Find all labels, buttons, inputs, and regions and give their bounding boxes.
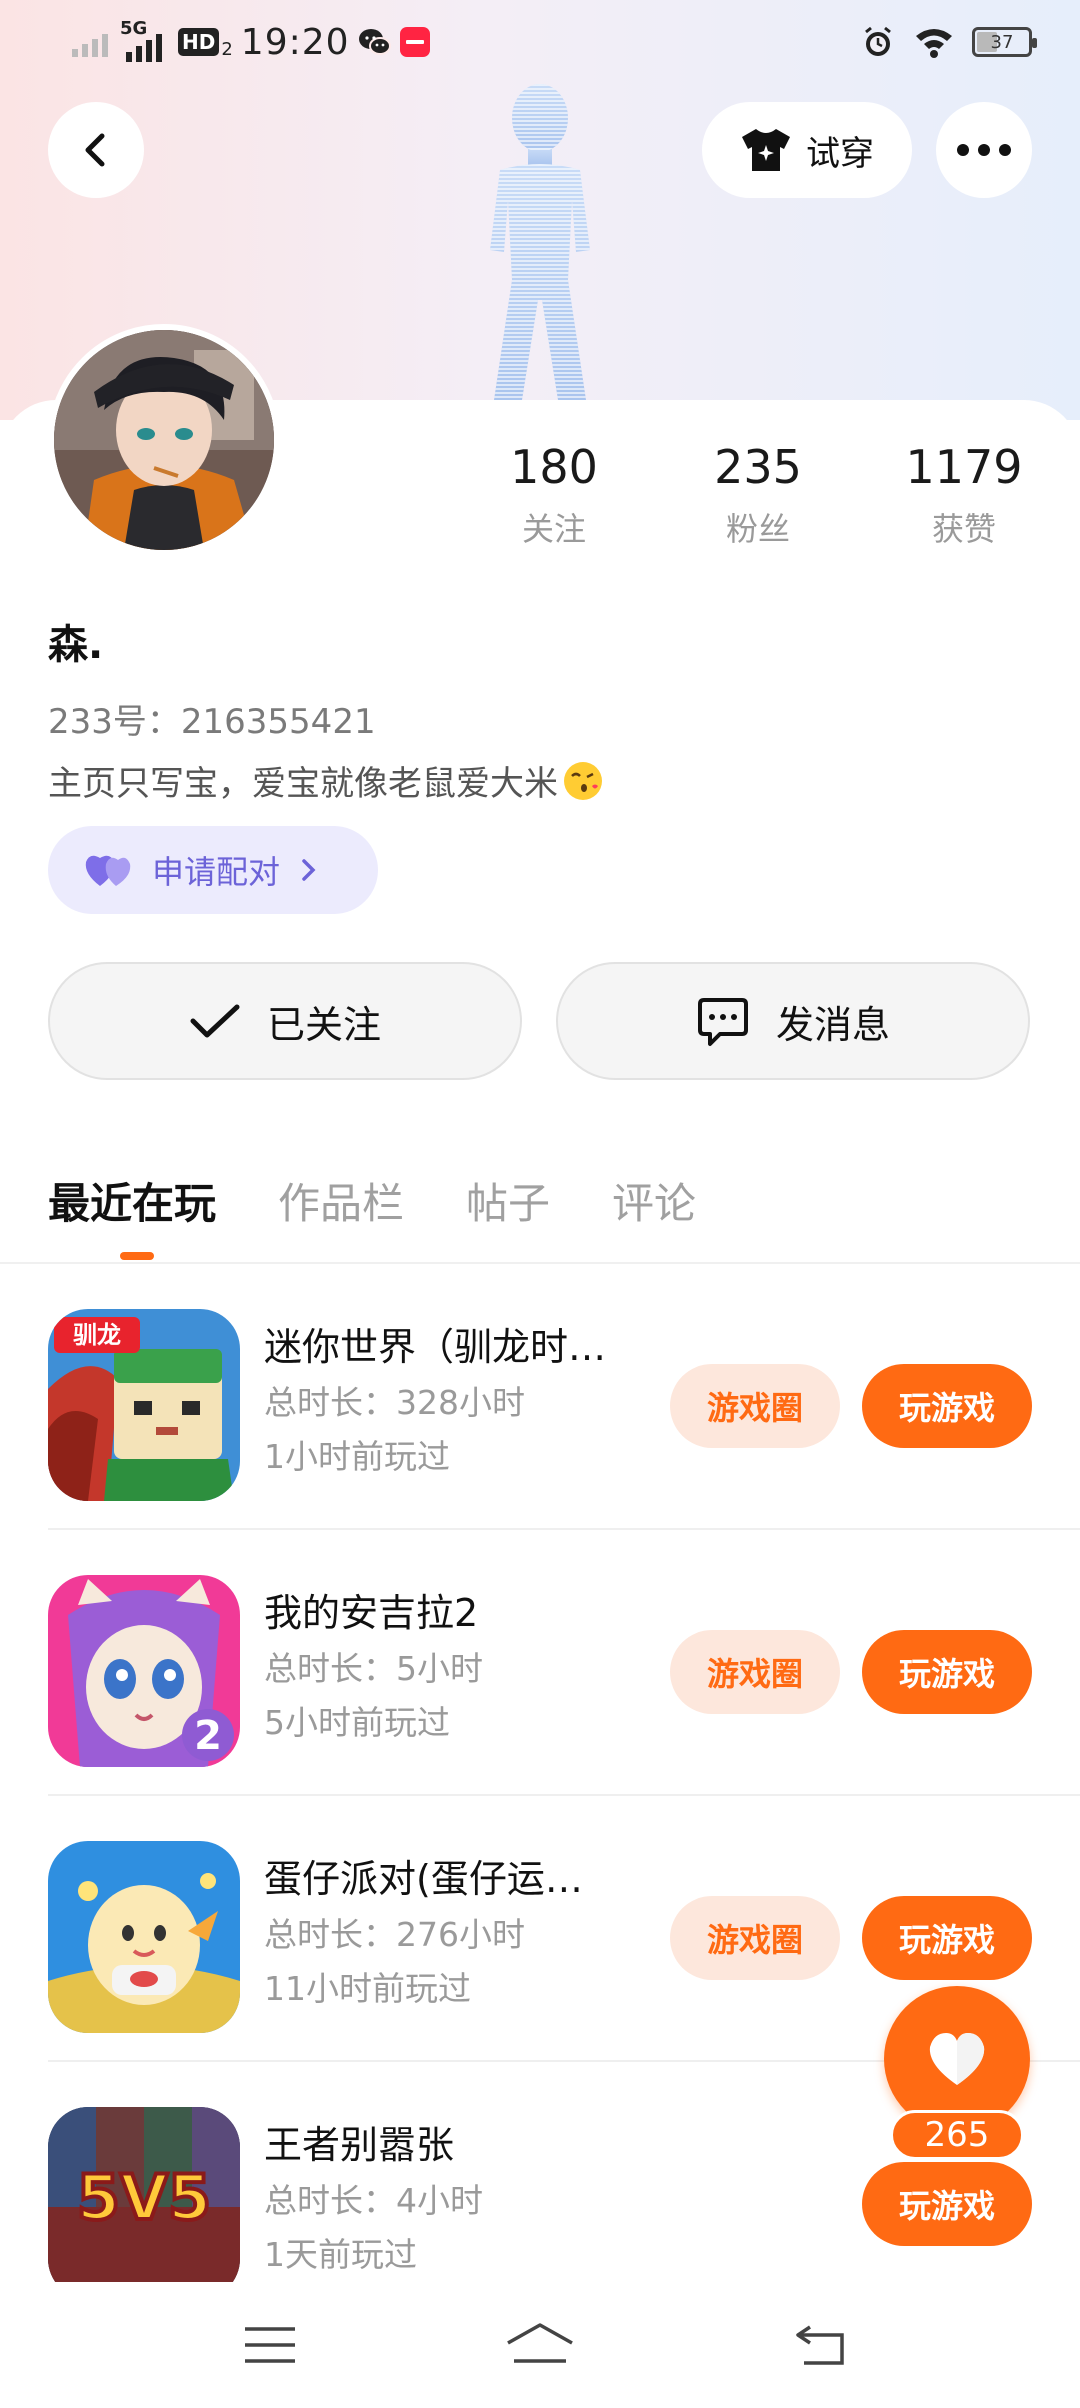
game-icon-king-game: 5V5 (48, 2107, 240, 2299)
bio-text: 主页只写宝，爱宝就像老鼠爱大米 (48, 764, 558, 804)
game-row[interactable]: 驯龙 迷你世界（驯龙时… 总时长：328小时 1小时前玩过 游戏圈 玩游戏 (0, 1264, 1080, 1530)
game-name: 王者别嚣张 (264, 2123, 455, 2167)
back-nav-button[interactable] (782, 2310, 862, 2380)
play-game-button[interactable]: 玩游戏 (862, 1630, 1032, 1714)
likes-stat[interactable]: 1179 获赞 (874, 440, 1054, 550)
game-last-played: 1天前玩过 (264, 2235, 417, 2274)
fans-stat[interactable]: 235 粉丝 (668, 440, 848, 550)
hd-icon: HD (178, 28, 220, 56)
chat-bubble-icon (697, 998, 748, 1046)
game-circle-button[interactable]: 游戏圈 (670, 1364, 840, 1448)
game-duration: 总时长：328小时 (264, 1383, 525, 1422)
tshirt-icon (742, 129, 790, 171)
game-row[interactable]: 2 我的安吉拉2 总时长：5小时 5小时前玩过 游戏圈 玩游戏 (0, 1530, 1080, 1796)
tab-posts[interactable]: 帖子 (466, 1170, 550, 1231)
play-game-button[interactable]: 玩游戏 (862, 1364, 1032, 1448)
tab-comments[interactable]: 评论 (612, 1170, 696, 1231)
signal-5g-icon: 5G (120, 18, 170, 62)
following-count: 180 (510, 440, 598, 494)
alarm-icon (865, 26, 891, 56)
game-name: 迷你世界（驯龙时… (264, 1325, 607, 1369)
tab-recently-played[interactable]: 最近在玩 (48, 1170, 216, 1231)
menu-icon (245, 2327, 295, 2363)
kiss-emoji-icon (564, 761, 602, 800)
likes-count: 1179 (905, 440, 1023, 494)
game-icon-mini-world: 驯龙 (48, 1309, 240, 1501)
tab-works[interactable]: 作品栏 (278, 1170, 404, 1231)
likes-label: 获赞 (931, 510, 996, 548)
user-bio: 主页只写宝，爱宝就像老鼠爱大米 (48, 756, 604, 805)
game-name: 我的安吉拉2 (264, 1591, 479, 1635)
fans-label: 粉丝 (725, 510, 790, 548)
game-icon-my-angela-2: 2 (48, 1575, 240, 1767)
send-message-label: 发消息 (775, 1002, 890, 1047)
profile-tabs: 最近在玩 作品栏 帖子 评论 (48, 1170, 696, 1231)
game-last-played: 11小时前玩过 (264, 1969, 471, 2008)
clock: 19:20 (240, 21, 350, 63)
username: 森. (48, 622, 104, 668)
game-icon-eggy-party (48, 1841, 240, 2033)
status-bar: 5G HD 2 19:20 37 (0, 0, 1080, 84)
wifi-icon (916, 29, 952, 58)
following-stat[interactable]: 180 关注 (464, 440, 644, 550)
angela-badge: 2 (194, 1713, 222, 1759)
back-arrow-icon (796, 2325, 844, 2365)
following-label: 关注 (521, 510, 586, 548)
game-circle-button[interactable]: 游戏圈 (670, 1630, 840, 1714)
double-heart-icon (85, 855, 131, 886)
home-icon (507, 2323, 573, 2363)
active-tab-indicator (120, 1252, 154, 1260)
fans-count: 235 (714, 440, 802, 494)
wechat-icon (358, 29, 391, 55)
user-avatar[interactable] (48, 324, 280, 556)
game-name: 蛋仔派对(蛋仔运… (264, 1857, 583, 1901)
game-last-played: 5小时前玩过 (264, 1703, 450, 1742)
chevron-right-icon (302, 859, 316, 881)
signal-weak-icon (72, 34, 108, 57)
game-duration: 总时长：5小时 (264, 1649, 483, 1688)
game-duration: 总时长：4小时 (264, 2181, 483, 2220)
menu-nav-button[interactable] (230, 2310, 310, 2380)
more-dots-icon (957, 144, 1011, 156)
chevron-left-icon (85, 133, 105, 167)
back-button[interactable] (48, 102, 144, 198)
followed-label: 已关注 (266, 1002, 381, 1047)
game-circle-button[interactable]: 游戏圈 (670, 1896, 840, 1980)
game-last-played: 1小时前玩过 (264, 1437, 450, 1476)
like-count-badge: 265 (890, 2110, 1024, 2160)
more-button[interactable] (936, 102, 1032, 198)
xiaohongshu-icon (399, 27, 430, 57)
apply-pair-label: 申请配对 (152, 853, 281, 891)
send-message-button[interactable]: 发消息 (556, 962, 1030, 1080)
try-on-label: 试穿 (806, 133, 874, 174)
home-nav-button[interactable] (500, 2310, 580, 2380)
try-on-button[interactable]: 试穿 (702, 102, 912, 198)
user-id: 233号：216355421 (48, 702, 376, 742)
apply-pair-button[interactable]: 申请配对 (48, 826, 378, 914)
mini-world-badge: 驯龙 (73, 1321, 121, 1349)
check-icon (190, 1004, 240, 1038)
heart-icon (929, 2033, 985, 2085)
battery-icon: 37 (972, 27, 1037, 57)
dress-up-figure[interactable] (440, 80, 640, 410)
king-game-badge: 5V5 (77, 2161, 211, 2234)
system-nav-bar (0, 2282, 1080, 2408)
followed-button[interactable]: 已关注 (48, 962, 522, 1080)
play-game-button[interactable]: 玩游戏 (862, 2162, 1032, 2246)
game-duration: 总时长：276小时 (264, 1915, 525, 1954)
play-game-button[interactable]: 玩游戏 (862, 1896, 1032, 1980)
